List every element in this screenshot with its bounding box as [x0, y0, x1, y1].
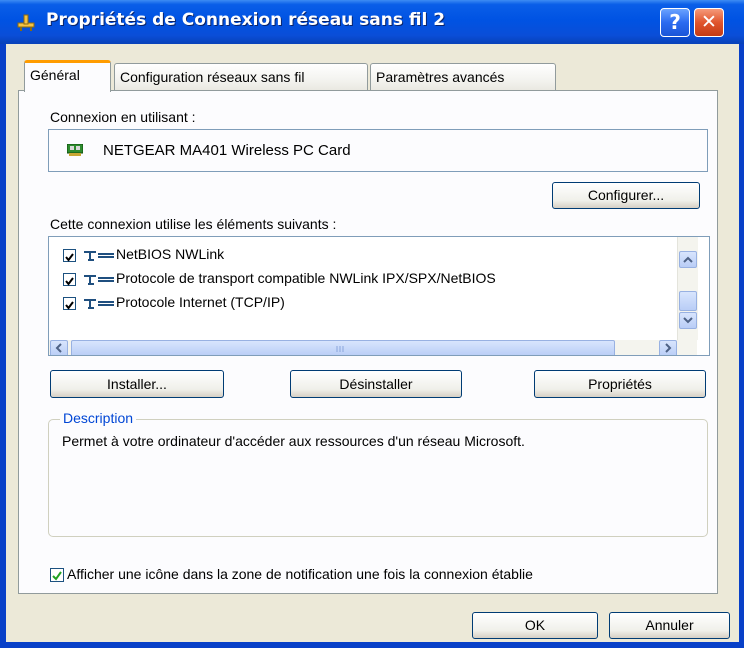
title-bar[interactable]: Propriétés de Connexion réseau sans fil … [0, 0, 744, 44]
network-card-icon [67, 144, 83, 156]
notify-label: Afficher une icône dans la zone de notif… [67, 566, 533, 582]
connect-using-label: Connexion en utilisant : [50, 109, 196, 125]
component-checkbox[interactable] [63, 273, 76, 286]
scroll-left-button[interactable] [50, 340, 68, 355]
components-label: Cette connexion utilise les éléments sui… [50, 216, 337, 232]
check-icon [65, 253, 74, 262]
notify-checkbox[interactable] [50, 568, 64, 582]
scroll-right-button[interactable] [659, 340, 677, 355]
horizontal-scroll-thumb[interactable] [71, 340, 615, 355]
install-button[interactable]: Installer... [50, 370, 224, 398]
network-protocol-icon [84, 275, 114, 285]
component-label: Protocole de transport compatible NWLink… [116, 270, 496, 286]
window-title: Propriétés de Connexion réseau sans fil … [46, 10, 446, 30]
description-title: Description [60, 410, 137, 426]
chevron-right-icon [665, 343, 672, 353]
horizontal-scrollbar[interactable] [49, 340, 697, 355]
check-icon [65, 277, 74, 286]
tab-wireless-networks[interactable]: Configuration réseaux sans fil [114, 63, 368, 91]
tab-general[interactable]: Général [24, 60, 111, 92]
component-label: NetBIOS NWLink [116, 246, 225, 262]
adapter-field: NETGEAR MA401 Wireless PC Card [48, 129, 708, 172]
help-button[interactable]: ? [660, 8, 690, 37]
description-text: Permet à votre ordinateur d'accéder aux … [62, 433, 525, 449]
component-checkbox[interactable] [63, 297, 76, 310]
chevron-left-icon [55, 343, 62, 353]
vertical-scrollbar[interactable] [677, 237, 698, 340]
network-protocol-icon [84, 251, 114, 261]
check-icon [52, 571, 62, 581]
scroll-down-button[interactable] [679, 312, 697, 329]
scroll-thumb[interactable] [679, 291, 697, 311]
network-connection-icon [17, 14, 35, 31]
network-protocol-icon [84, 299, 114, 309]
tab-advanced[interactable]: Paramètres avancés [370, 63, 556, 91]
chevron-up-icon [683, 256, 693, 263]
grip-icon [336, 346, 344, 352]
component-label: Protocole Internet (TCP/IP) [116, 294, 285, 310]
close-button[interactable]: ✕ [694, 8, 724, 37]
properties-button[interactable]: Propriétés [534, 370, 706, 398]
chevron-down-icon [683, 317, 693, 324]
ok-button[interactable]: OK [472, 612, 598, 639]
component-checkbox[interactable] [63, 249, 76, 262]
check-icon [65, 301, 74, 310]
scroll-up-button[interactable] [679, 251, 697, 268]
uninstall-button[interactable]: Désinstaller [290, 370, 462, 398]
cancel-button[interactable]: Annuler [609, 612, 730, 639]
adapter-name: NETGEAR MA401 Wireless PC Card [103, 142, 351, 159]
configure-button[interactable]: Configurer... [552, 182, 700, 209]
components-list[interactable]: NetBIOS NWLink Protocole de transport co… [48, 236, 710, 356]
